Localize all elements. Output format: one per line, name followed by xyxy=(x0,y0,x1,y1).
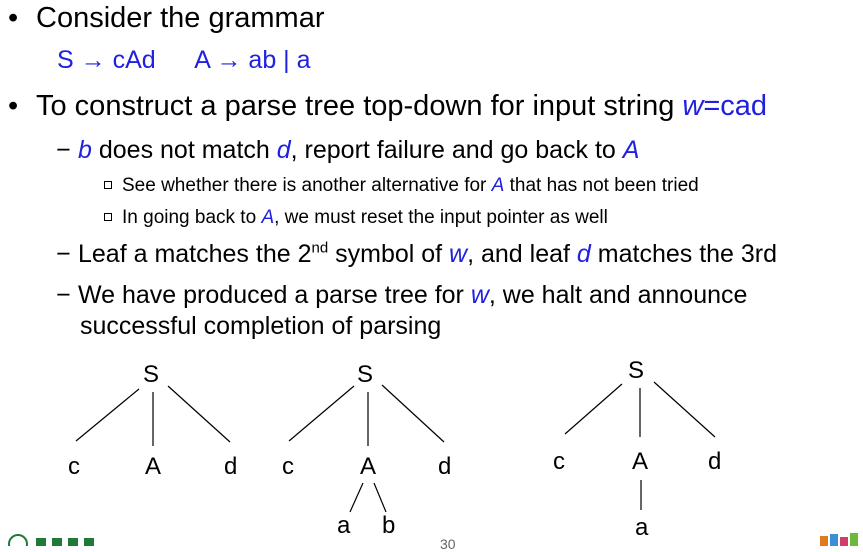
tree3-node-A: A xyxy=(632,448,648,475)
tree1-node-S: S xyxy=(143,361,159,388)
tree3-edge-S-d xyxy=(653,381,716,438)
corner-logo-icon xyxy=(820,533,858,546)
tree1-edge-S-d xyxy=(167,385,231,443)
tree2-node-A: A xyxy=(360,453,376,480)
tree3-node-d: d xyxy=(708,448,721,475)
parse-trees-diagram: S c A d S c A d a b S c A d a xyxy=(68,357,721,541)
parse-tree-1: S c A d xyxy=(68,361,237,480)
tree1-node-A: A xyxy=(145,453,161,480)
tree2-edge-S-c xyxy=(288,385,355,442)
tree2-node-S: S xyxy=(357,361,373,388)
tree2-edge-A-b xyxy=(373,482,387,513)
tree2-edge-S-d xyxy=(381,384,445,443)
tree3-node-S: S xyxy=(628,357,644,384)
tree2-node-d: d xyxy=(438,453,451,480)
tree1-node-c: c xyxy=(68,453,80,480)
tree3-edge-S-c xyxy=(564,383,623,435)
page-number: 30 xyxy=(440,536,456,552)
tree2-edge-A-a xyxy=(349,482,364,513)
tree2-node-a: a xyxy=(337,512,351,539)
tree1-node-d: d xyxy=(224,453,237,480)
parse-tree-3: S c A d a xyxy=(553,357,721,541)
tree3-node-a: a xyxy=(635,514,649,541)
tree2-node-c: c xyxy=(282,453,294,480)
tree2-node-b: b xyxy=(382,512,395,539)
tree3-node-c: c xyxy=(553,448,565,475)
university-logo xyxy=(8,534,94,546)
tree1-edge-S-c xyxy=(75,388,140,442)
parse-tree-2: S c A d a b xyxy=(282,361,451,539)
